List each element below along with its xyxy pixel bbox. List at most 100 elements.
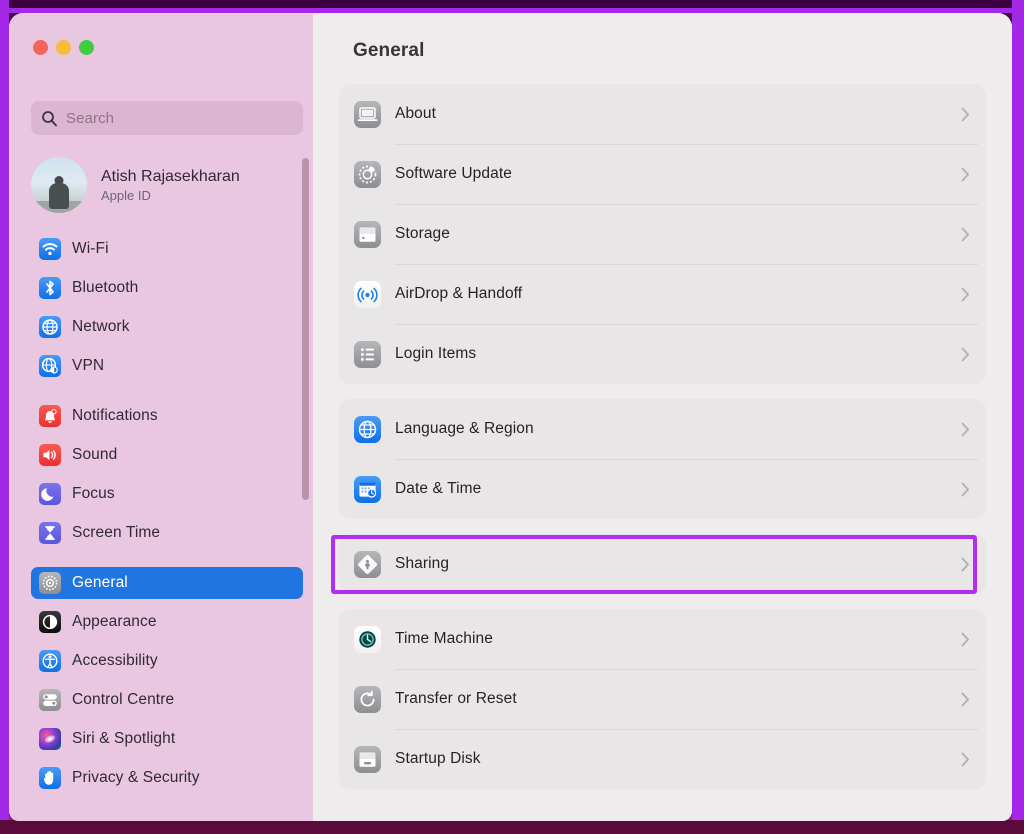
sidebar-item-notifications[interactable]: Notifications <box>31 400 303 432</box>
siri-icon <box>39 728 61 750</box>
sidebar-item-focus[interactable]: Focus <box>31 478 303 510</box>
row-label: Date & Time <box>395 480 961 498</box>
sidebar-item-label: Bluetooth <box>72 279 138 297</box>
sidebar-scrollbar[interactable] <box>302 158 309 500</box>
speaker-icon <box>39 444 61 466</box>
accessibility-icon <box>39 650 61 672</box>
date-time-icon <box>354 476 381 503</box>
row-startup-disk[interactable]: Startup Disk <box>339 729 986 789</box>
settings-cards: About Software Up <box>339 84 986 789</box>
sidebar-item-appearance[interactable]: Appearance <box>31 606 303 638</box>
row-label: Startup Disk <box>395 750 961 768</box>
sharing-icon <box>354 551 381 578</box>
row-label: Storage <box>395 225 961 243</box>
moon-icon <box>39 483 61 505</box>
sidebar-item-siri-spotlight[interactable]: Siri & Spotlight <box>31 723 303 755</box>
row-label: About <box>395 105 961 123</box>
sidebar-item-vpn[interactable]: VPN <box>31 350 303 382</box>
row-transfer-or-reset[interactable]: Transfer or Reset <box>339 669 986 729</box>
bluetooth-icon <box>39 277 61 299</box>
chevron-right-icon <box>961 482 970 497</box>
settings-card: Time Machine Transfer or Reset <box>339 609 986 789</box>
language-globe-icon <box>354 416 381 443</box>
sidebar-group-system: General Appearance <box>31 567 303 794</box>
sidebar-item-label: Focus <box>72 485 115 503</box>
settings-card: About Software Up <box>339 84 986 384</box>
annotation-border-bottom <box>0 820 1024 834</box>
content-pane: General About <box>313 13 1012 821</box>
chevron-right-icon <box>961 287 970 302</box>
sidebar-item-label: Screen Time <box>72 524 160 542</box>
chevron-right-icon <box>961 752 970 767</box>
row-language-region[interactable]: Language & Region <box>339 399 986 459</box>
avatar <box>31 157 87 213</box>
chevron-right-icon <box>961 167 970 182</box>
minimize-button[interactable] <box>56 40 71 55</box>
sidebar-item-network[interactable]: Network <box>31 311 303 343</box>
row-software-update[interactable]: Software Update <box>339 144 986 204</box>
wifi-icon <box>39 238 61 260</box>
sidebar-group-connectivity: Wi-Fi Bluetooth <box>31 233 303 382</box>
chevron-right-icon <box>961 422 970 437</box>
system-settings-window: Search Atish Rajasekharan Apple ID <box>9 13 1012 821</box>
close-button[interactable] <box>33 40 48 55</box>
chevron-right-icon <box>961 632 970 647</box>
laptop-icon <box>354 101 381 128</box>
sidebar-item-label: Network <box>72 318 130 336</box>
row-about[interactable]: About <box>339 84 986 144</box>
search-input[interactable]: Search <box>31 101 303 135</box>
time-machine-icon <box>354 626 381 653</box>
row-label: Language & Region <box>395 420 961 438</box>
row-airdrop-handoff[interactable]: AirDrop & Handoff <box>339 264 986 324</box>
row-sharing[interactable]: Sharing <box>339 534 986 594</box>
sidebar-item-label: Wi-Fi <box>72 240 109 258</box>
zoom-button[interactable] <box>79 40 94 55</box>
sidebar-item-privacy-security[interactable]: Privacy & Security <box>31 762 303 794</box>
chevron-right-icon <box>961 347 970 362</box>
sidebar: Search Atish Rajasekharan Apple ID <box>9 13 313 821</box>
sidebar-item-control-centre[interactable]: Control Centre <box>31 684 303 716</box>
row-label: Transfer or Reset <box>395 690 961 708</box>
network-globe-icon <box>39 316 61 338</box>
hand-icon <box>39 767 61 789</box>
annotation-border-right <box>1012 0 1024 834</box>
sidebar-item-bluetooth[interactable]: Bluetooth <box>31 272 303 304</box>
startup-disk-icon <box>354 746 381 773</box>
chevron-right-icon <box>961 692 970 707</box>
sidebar-item-screen-time[interactable]: Screen Time <box>31 517 303 549</box>
sidebar-item-sound[interactable]: Sound <box>31 439 303 471</box>
row-label: AirDrop & Handoff <box>395 285 961 303</box>
sidebar-item-general[interactable]: General <box>31 567 303 599</box>
software-update-icon <box>354 161 381 188</box>
row-date-time[interactable]: Date & Time <box>339 459 986 519</box>
sidebar-item-label: VPN <box>72 357 104 375</box>
search-placeholder: Search <box>66 110 114 127</box>
sidebar-item-label: Privacy & Security <box>72 769 200 787</box>
control-centre-icon <box>39 689 61 711</box>
sidebar-item-label: Sound <box>72 446 117 464</box>
sidebar-item-label: Appearance <box>72 613 157 631</box>
storage-icon <box>354 221 381 248</box>
sidebar-item-label: General <box>72 574 128 592</box>
settings-card: Sharing <box>339 534 986 594</box>
annotation-border-left <box>0 0 9 834</box>
sidebar-item-accessibility[interactable]: Accessibility <box>31 645 303 677</box>
annotation-border-top <box>0 0 1024 8</box>
row-time-machine[interactable]: Time Machine <box>339 609 986 669</box>
sidebar-item-wifi[interactable]: Wi-Fi <box>31 233 303 265</box>
sidebar-item-label: Siri & Spotlight <box>72 730 175 748</box>
screen: Search Atish Rajasekharan Apple ID <box>0 0 1024 834</box>
row-login-items[interactable]: Login Items <box>339 324 986 384</box>
row-storage[interactable]: Storage <box>339 204 986 264</box>
gear-icon <box>39 572 61 594</box>
row-label: Login Items <box>395 345 961 363</box>
page-title: General <box>339 13 986 62</box>
sidebar-item-label: Notifications <box>72 407 158 425</box>
row-label: Sharing <box>395 555 961 573</box>
apple-id-account-row[interactable]: Atish Rajasekharan Apple ID <box>31 155 303 215</box>
account-name: Atish Rajasekharan <box>101 167 240 186</box>
row-label: Software Update <box>395 165 961 183</box>
chevron-right-icon <box>961 227 970 242</box>
appearance-icon <box>39 611 61 633</box>
sidebar-item-label: Accessibility <box>72 652 158 670</box>
